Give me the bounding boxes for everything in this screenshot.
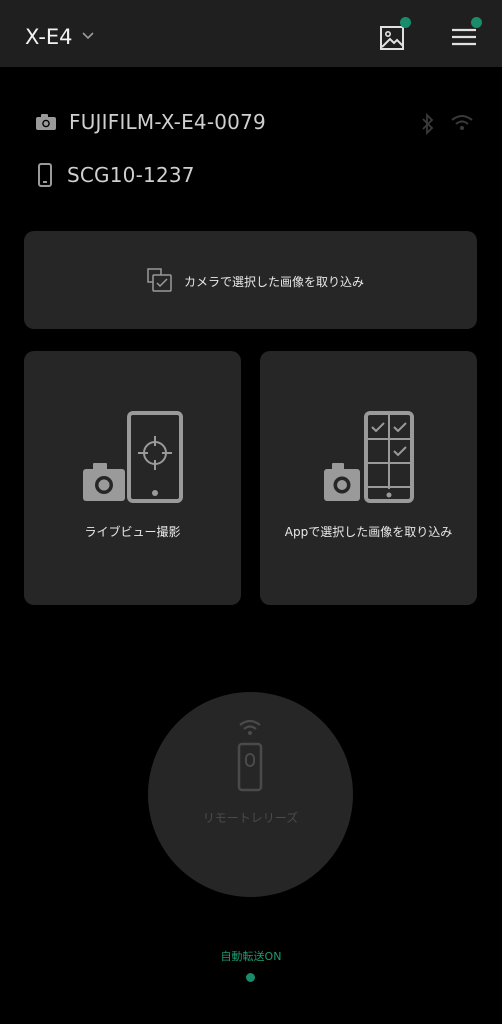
- menu-button[interactable]: [450, 17, 482, 52]
- auto-transfer-status[interactable]: 自動転送ON: [0, 948, 502, 964]
- top-app-bar: X-E4: [0, 0, 502, 67]
- camera-name: FUJIFILM-X-E4-0079: [69, 110, 266, 134]
- remote-release-label: リモートレリーズ: [202, 811, 299, 825]
- wifi-signal-icon: [239, 719, 261, 735]
- import-app-selected-label: Appで選択した画像を取り込み: [284, 525, 453, 539]
- smartphone-icon: [38, 163, 52, 187]
- gallery-button[interactable]: [378, 17, 411, 52]
- notification-dot: [471, 17, 482, 28]
- remote-control-icon: [237, 742, 263, 792]
- live-view-icon: [83, 411, 183, 503]
- live-view-label: ライブビュー撮影: [84, 525, 181, 539]
- wifi-icon: [451, 115, 473, 130]
- notification-dot: [400, 17, 411, 28]
- camera-info-row: FUJIFILM-X-E4-0079: [35, 110, 266, 134]
- select-images-icon: [324, 411, 414, 503]
- app-title: X-E4: [25, 25, 73, 49]
- auto-transfer-indicator-dot: [246, 973, 255, 982]
- bluetooth-icon: [422, 113, 434, 135]
- camera-icon: [36, 114, 56, 130]
- live-view-button[interactable]: ライブビュー撮影: [24, 351, 241, 605]
- phone-name: SCG10-1237: [67, 163, 195, 187]
- camera-selector[interactable]: X-E4: [25, 25, 95, 49]
- remote-release-button[interactable]: リモートレリーズ: [148, 692, 353, 897]
- import-app-selected-button[interactable]: Appで選択した画像を取り込み: [260, 351, 477, 605]
- import-camera-selected-button[interactable]: カメラで選択した画像を取り込み: [24, 231, 477, 329]
- chevron-down-icon: [81, 32, 94, 40]
- import-camera-selected-label: カメラで選択した画像を取り込み: [184, 275, 365, 289]
- phone-info-row: SCG10-1237: [35, 163, 195, 187]
